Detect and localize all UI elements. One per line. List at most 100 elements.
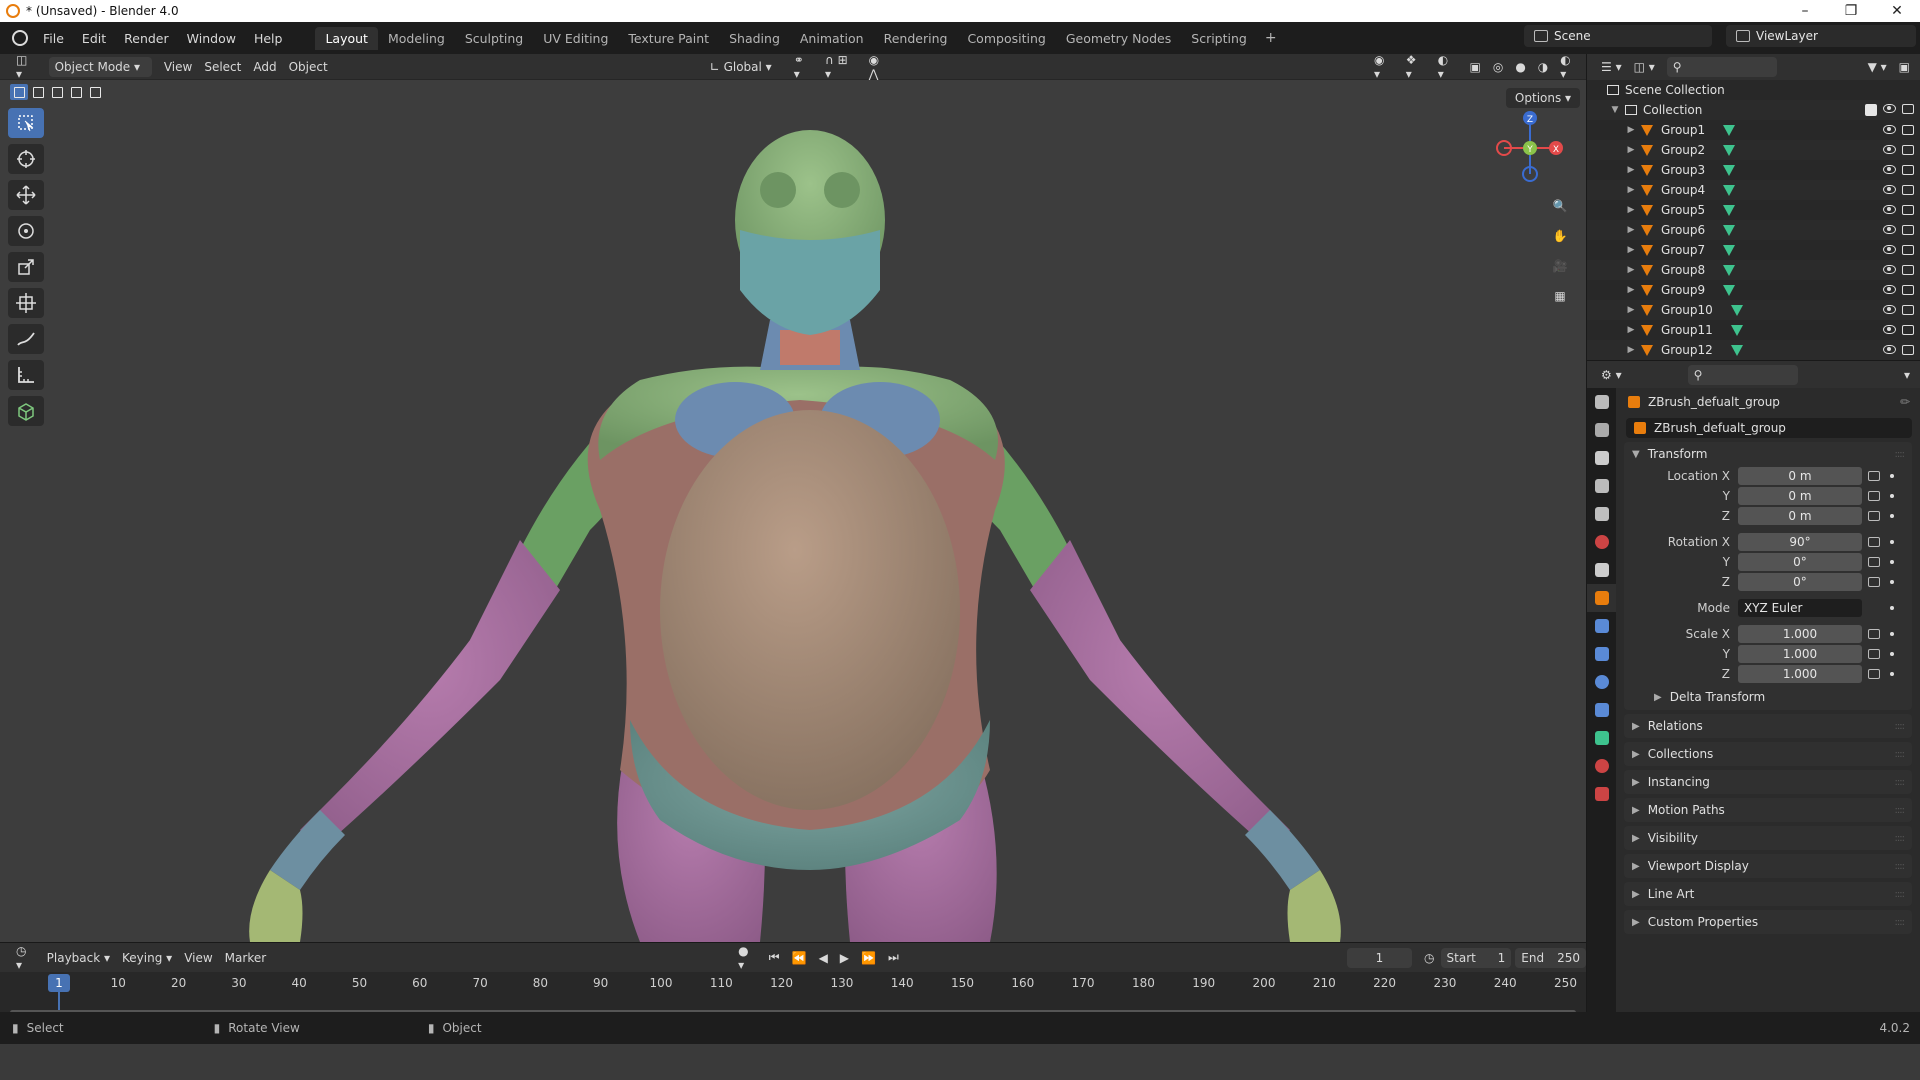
particles-tab-icon[interactable] bbox=[1587, 640, 1617, 668]
navigation-gizmo[interactable]: Z X Y bbox=[1488, 104, 1576, 194]
xray-icon[interactable]: ▣ bbox=[1463, 57, 1486, 77]
render-camera-icon[interactable] bbox=[1902, 225, 1914, 235]
lock-icon[interactable] bbox=[1868, 557, 1880, 567]
tab-scripting[interactable]: Scripting bbox=[1181, 27, 1257, 50]
tab-shading[interactable]: Shading bbox=[719, 27, 790, 50]
zoom-icon[interactable]: 🔍 bbox=[1546, 192, 1574, 220]
outliner-editor-icon[interactable]: ☰ ▾ bbox=[1595, 57, 1628, 77]
render-camera-icon[interactable] bbox=[1902, 345, 1914, 355]
lock-icon[interactable] bbox=[1868, 577, 1880, 587]
menu-render[interactable]: Render bbox=[115, 31, 178, 46]
current-frame-field[interactable]: 1 bbox=[1346, 947, 1413, 968]
playback-menu[interactable]: Playback ▾ bbox=[41, 948, 116, 968]
render-camera-icon[interactable] bbox=[1902, 104, 1914, 114]
eye-icon[interactable] bbox=[1883, 305, 1896, 314]
scale-x-field[interactable]: 1.000 bbox=[1738, 625, 1862, 643]
eye-icon[interactable] bbox=[1883, 104, 1896, 113]
panel-custom-properties[interactable]: ▶ Custom Properties:::: bbox=[1624, 910, 1912, 934]
minimize-button[interactable]: – bbox=[1782, 0, 1828, 22]
mesh-data-icon[interactable] bbox=[1730, 304, 1743, 316]
output-tab-icon[interactable] bbox=[1587, 444, 1617, 472]
timeline-view-menu[interactable]: View bbox=[178, 948, 218, 968]
drag-handle-icon[interactable]: :::: bbox=[1895, 833, 1906, 844]
keyframe-dot-icon[interactable] bbox=[1890, 560, 1894, 564]
menu-edit[interactable]: Edit bbox=[73, 31, 115, 46]
lock-icon[interactable] bbox=[1868, 649, 1880, 659]
rotation-mode-dropdown[interactable]: XYZ Euler bbox=[1738, 599, 1862, 617]
render-camera-icon[interactable] bbox=[1902, 145, 1914, 155]
menu-help[interactable]: Help bbox=[245, 31, 292, 46]
panel-relations[interactable]: ▶ Relations:::: bbox=[1624, 714, 1912, 738]
texture-tab-icon[interactable] bbox=[1587, 780, 1617, 808]
mannequin-model[interactable] bbox=[0, 80, 1586, 942]
lock-icon[interactable] bbox=[1868, 471, 1880, 481]
menu-view[interactable]: View bbox=[158, 57, 198, 77]
expand-arrow-icon[interactable]: ▶ bbox=[1625, 185, 1637, 195]
editor-type-icon[interactable]: ◫ ▾ bbox=[10, 53, 43, 81]
drag-handle-icon[interactable]: :::: bbox=[1895, 889, 1906, 900]
object-name-field[interactable]: ZBrush_defualt_group bbox=[1626, 418, 1912, 438]
end-frame-field[interactable]: End 250 bbox=[1515, 947, 1586, 968]
pan-hand-icon[interactable]: ✋ bbox=[1546, 222, 1574, 250]
outliner-group-row[interactable]: ▶ Group7 bbox=[1587, 240, 1920, 260]
lock-icon[interactable] bbox=[1868, 491, 1880, 501]
render-camera-icon[interactable] bbox=[1902, 285, 1914, 295]
panel-viewport-display[interactable]: ▶ Viewport Display:::: bbox=[1624, 854, 1912, 878]
tab-texture-paint[interactable]: Texture Paint bbox=[618, 27, 719, 50]
mesh-data-icon[interactable] bbox=[1730, 344, 1743, 356]
keyframe-dot-icon[interactable] bbox=[1890, 514, 1894, 518]
timeline-editor-icon[interactable]: ◷ ▾ bbox=[10, 944, 41, 972]
tool-tab-icon[interactable] bbox=[1587, 388, 1617, 416]
shading-rendered-icon[interactable]: ◐ ▾ bbox=[1554, 53, 1586, 81]
expand-arrow-icon[interactable]: ▶ bbox=[1625, 225, 1637, 235]
modifier-tab-icon[interactable] bbox=[1587, 612, 1617, 640]
rotation-z-field[interactable]: 0° bbox=[1738, 573, 1862, 591]
jump-end-icon[interactable]: ⏭ bbox=[882, 948, 905, 968]
physics-tab-icon[interactable] bbox=[1587, 668, 1617, 696]
collection-expand-icon[interactable]: ▼ bbox=[1609, 105, 1621, 115]
mesh-data-icon[interactable] bbox=[1723, 204, 1736, 216]
render-camera-icon[interactable] bbox=[1902, 245, 1914, 255]
scene-collection-row[interactable]: Scene Collection bbox=[1587, 80, 1920, 100]
new-collection-icon[interactable]: ▣ bbox=[1893, 57, 1916, 77]
restore-button[interactable]: ❐ bbox=[1828, 0, 1874, 22]
shading-solid-icon[interactable]: ● bbox=[1509, 57, 1531, 77]
render-camera-icon[interactable] bbox=[1902, 185, 1914, 195]
mesh-data-icon[interactable] bbox=[1723, 184, 1736, 196]
outliner-group-row[interactable]: ▶ Group2 bbox=[1587, 140, 1920, 160]
tab-modeling[interactable]: Modeling bbox=[378, 27, 455, 50]
expand-arrow-icon[interactable]: ▶ bbox=[1625, 285, 1637, 295]
perspective-grid-icon[interactable]: ▦ bbox=[1546, 282, 1574, 310]
shading-wireframe-icon[interactable]: ◎ bbox=[1487, 57, 1509, 77]
lock-icon[interactable] bbox=[1868, 629, 1880, 639]
object-tab-icon[interactable] bbox=[1587, 584, 1617, 612]
eye-icon[interactable] bbox=[1883, 125, 1896, 134]
blender-logo-icon[interactable] bbox=[12, 30, 28, 46]
clock-icon[interactable]: ◷ bbox=[1418, 948, 1440, 968]
keyframe-dot-icon[interactable] bbox=[1890, 474, 1894, 478]
eye-icon[interactable] bbox=[1883, 245, 1896, 254]
gizmo-toggle-icon[interactable]: ❖ ▾ bbox=[1400, 53, 1432, 81]
render-camera-icon[interactable] bbox=[1902, 325, 1914, 335]
panel-line-art[interactable]: ▶ Line Art:::: bbox=[1624, 882, 1912, 906]
keyframe-dot-icon[interactable] bbox=[1890, 580, 1894, 584]
mesh-data-icon[interactable] bbox=[1723, 164, 1736, 176]
shading-material-icon[interactable]: ◑ bbox=[1532, 57, 1554, 77]
keying-menu[interactable]: Keying ▾ bbox=[116, 948, 178, 968]
outliner-group-row[interactable]: ▶ Group9 bbox=[1587, 280, 1920, 300]
panel-motion-paths[interactable]: ▶ Motion Paths:::: bbox=[1624, 798, 1912, 822]
expand-arrow-icon[interactable]: ▶ bbox=[1625, 145, 1637, 155]
play-icon[interactable]: ▶ bbox=[834, 948, 855, 968]
render-camera-icon[interactable] bbox=[1902, 265, 1914, 275]
properties-options-icon[interactable]: ▾ bbox=[1898, 365, 1916, 385]
outliner-search-input[interactable]: ⚲ bbox=[1666, 57, 1777, 77]
view-layer-tab-icon[interactable] bbox=[1587, 472, 1617, 500]
keyframe-dot-icon[interactable] bbox=[1890, 672, 1894, 676]
expand-arrow-icon[interactable]: ▶ bbox=[1625, 125, 1637, 135]
collection-row[interactable]: ▼ Collection bbox=[1587, 100, 1920, 120]
render-camera-icon[interactable] bbox=[1902, 205, 1914, 215]
tab-geometry-nodes[interactable]: Geometry Nodes bbox=[1056, 27, 1181, 50]
collection-tab-icon[interactable] bbox=[1587, 556, 1617, 584]
location-x-field[interactable]: 0 m bbox=[1738, 467, 1862, 485]
next-keyframe-icon[interactable]: ⏩ bbox=[855, 948, 882, 968]
